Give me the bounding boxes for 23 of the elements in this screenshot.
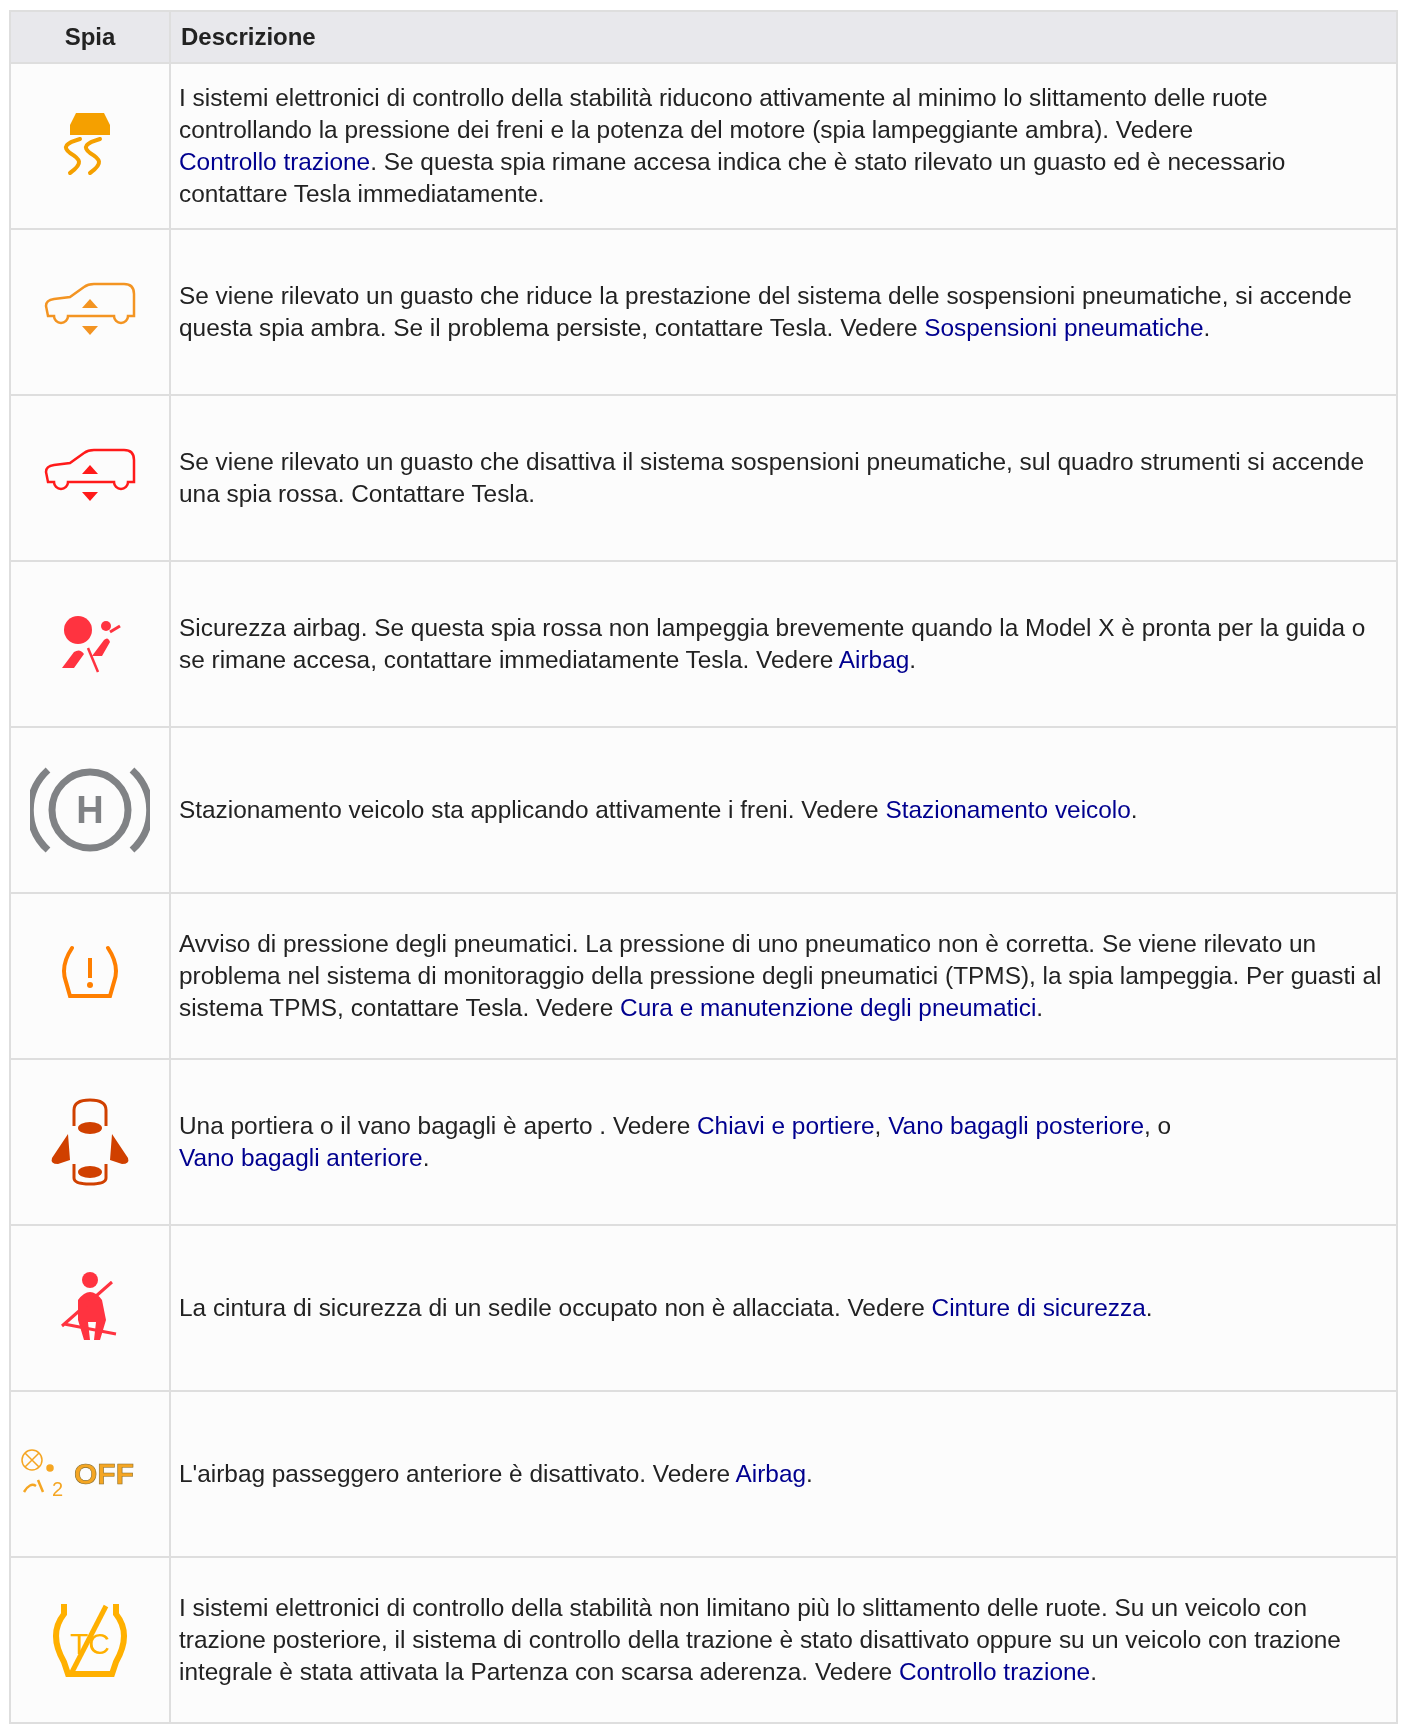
link[interactable]: Vano bagagli anteriore bbox=[179, 1144, 423, 1171]
link[interactable]: Airbag bbox=[735, 1460, 807, 1487]
description-text: Avviso di pressione degli pneumatici. La pressione di uno pneumatico non è corretta. Se viene rilevato un problema nel sistema di monitoraggio della pressione degli pneumatici (TPMS), la spia lampeggia. Per guasti al sistema TPMS, contattare Tesla. Vedere Cura e manutenzione degli pneumatici. bbox=[179, 929, 1383, 1023]
description-text: Stazionamento veicolo sta applicando attivamente i freni. Vedere Stazionamento veicolo. bbox=[179, 795, 1139, 825]
link[interactable]: Stazionamento veicolo bbox=[885, 796, 1131, 823]
link[interactable]: Cinture di sicurezza bbox=[931, 1294, 1146, 1321]
description-text: La cintura di sicurezza di un sedile occupato non è allacciata. Vedere Cinture di sicurezza. bbox=[179, 1293, 1154, 1323]
description-text: Sicurezza airbag. Se questa spia rossa non lampeggia brevemente quando la Model X è pronta per la guida o se rimane accesa, contattare immediatamente Tesla. Vedere Airbag. bbox=[179, 613, 1367, 675]
description-text: L'airbag passeggero anteriore è disattivato. Vedere Airbag. bbox=[179, 1459, 814, 1489]
column-header: Spia bbox=[10, 11, 170, 63]
link[interactable]: Cura e manutenzione degli pneumatici bbox=[620, 994, 1037, 1021]
description-text: I sistemi elettronici di controllo della stabilità riducono attivamente al minimo lo slittamento delle ruote controllando la pressione dei freni e la potenza del motore (spia lampeggiante ambra). Vedere Controllo trazione. Se questa spia rimane accesa indica che è stato rilevato un guasto ed è necessario contattare Tesla immediatamente. bbox=[179, 83, 1287, 209]
description-text: Se viene rilevato un guasto che disattiva il sistema sospensioni pneumatiche, sul quadro strumenti si accende una spia rossa. Contattare Tesla. bbox=[179, 447, 1365, 509]
description-text: I sistemi elettronici di controllo della stabilità non limitano più lo slittamento delle ruote. Su un veicolo con trazione posteriore, il sistema di controllo della trazione è stato disattivato oppure su un veicolo con trazione integrale è stata attivata la Partenza con scarsa aderenza. Vedere Controllo trazione. bbox=[179, 1593, 1342, 1687]
link[interactable]: Controllo trazione bbox=[179, 148, 371, 175]
description-text: Una portiera o il vano bagagli è aperto . Vedere Chiavi e portiere, Vano bagagli posteriore, o Vano bagagli anteriore. bbox=[179, 1111, 1173, 1173]
link[interactable]: Chiavi e portiere bbox=[696, 1112, 875, 1139]
link[interactable]: Vano bagagli posteriore bbox=[888, 1112, 1144, 1139]
description-text: Se viene rilevato un guasto che riduce la prestazione del sistema delle sospensioni pneumatiche, si accende questa spia ambra. Se il problema persiste, contattare Tesla. Vedere Sospensioni pneumatiche. bbox=[179, 281, 1353, 343]
link[interactable]: Sospensioni pneumatiche bbox=[924, 314, 1204, 341]
link[interactable]: Controllo trazione bbox=[898, 1658, 1091, 1685]
column-header: Descrizione bbox=[170, 11, 1397, 63]
link[interactable]: Airbag bbox=[838, 646, 910, 673]
